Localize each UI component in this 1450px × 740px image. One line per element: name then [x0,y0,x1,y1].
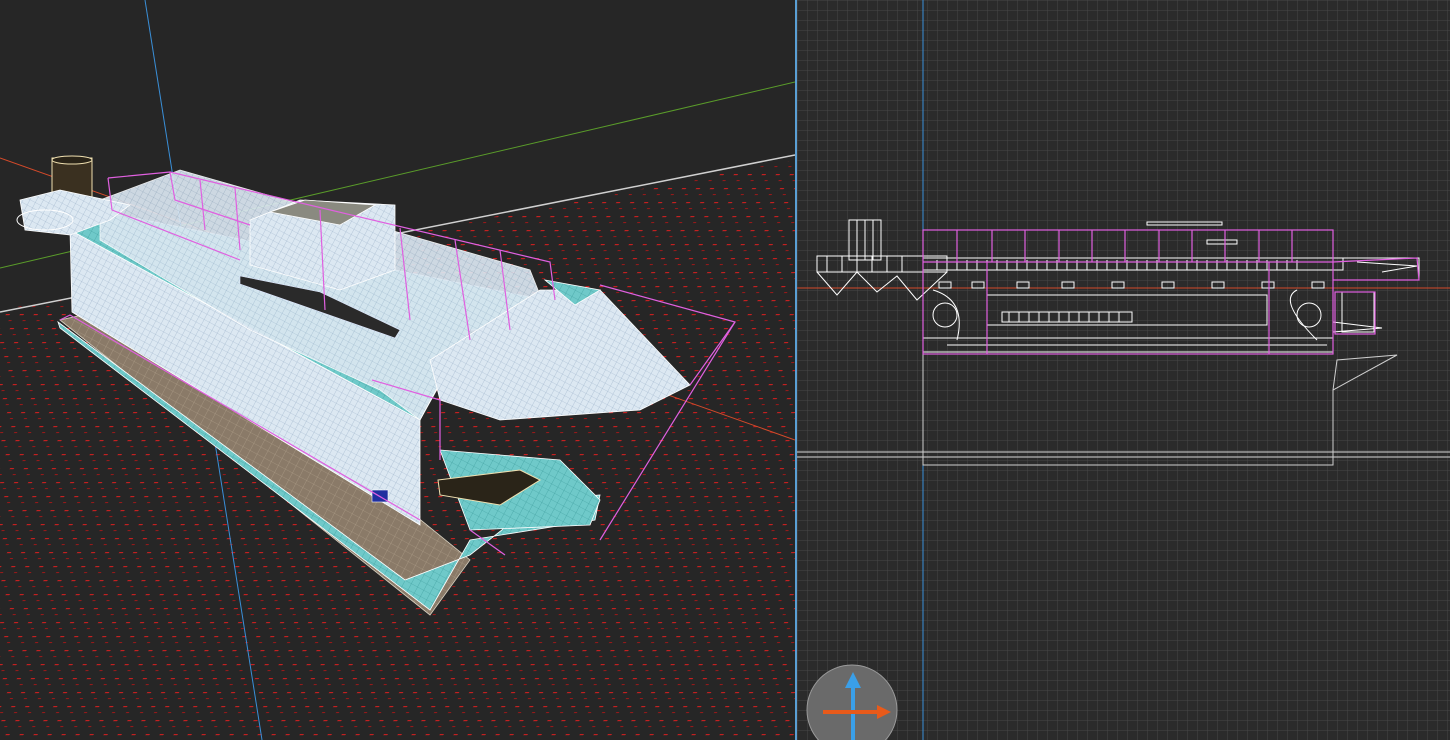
top-scene [797,0,1450,740]
ship-funnel-top [51,155,93,165]
ortho-grid [797,0,1450,740]
perspective-viewport[interactable] [0,0,795,740]
top-viewport[interactable] [797,0,1450,740]
perspective-scene [0,0,795,740]
